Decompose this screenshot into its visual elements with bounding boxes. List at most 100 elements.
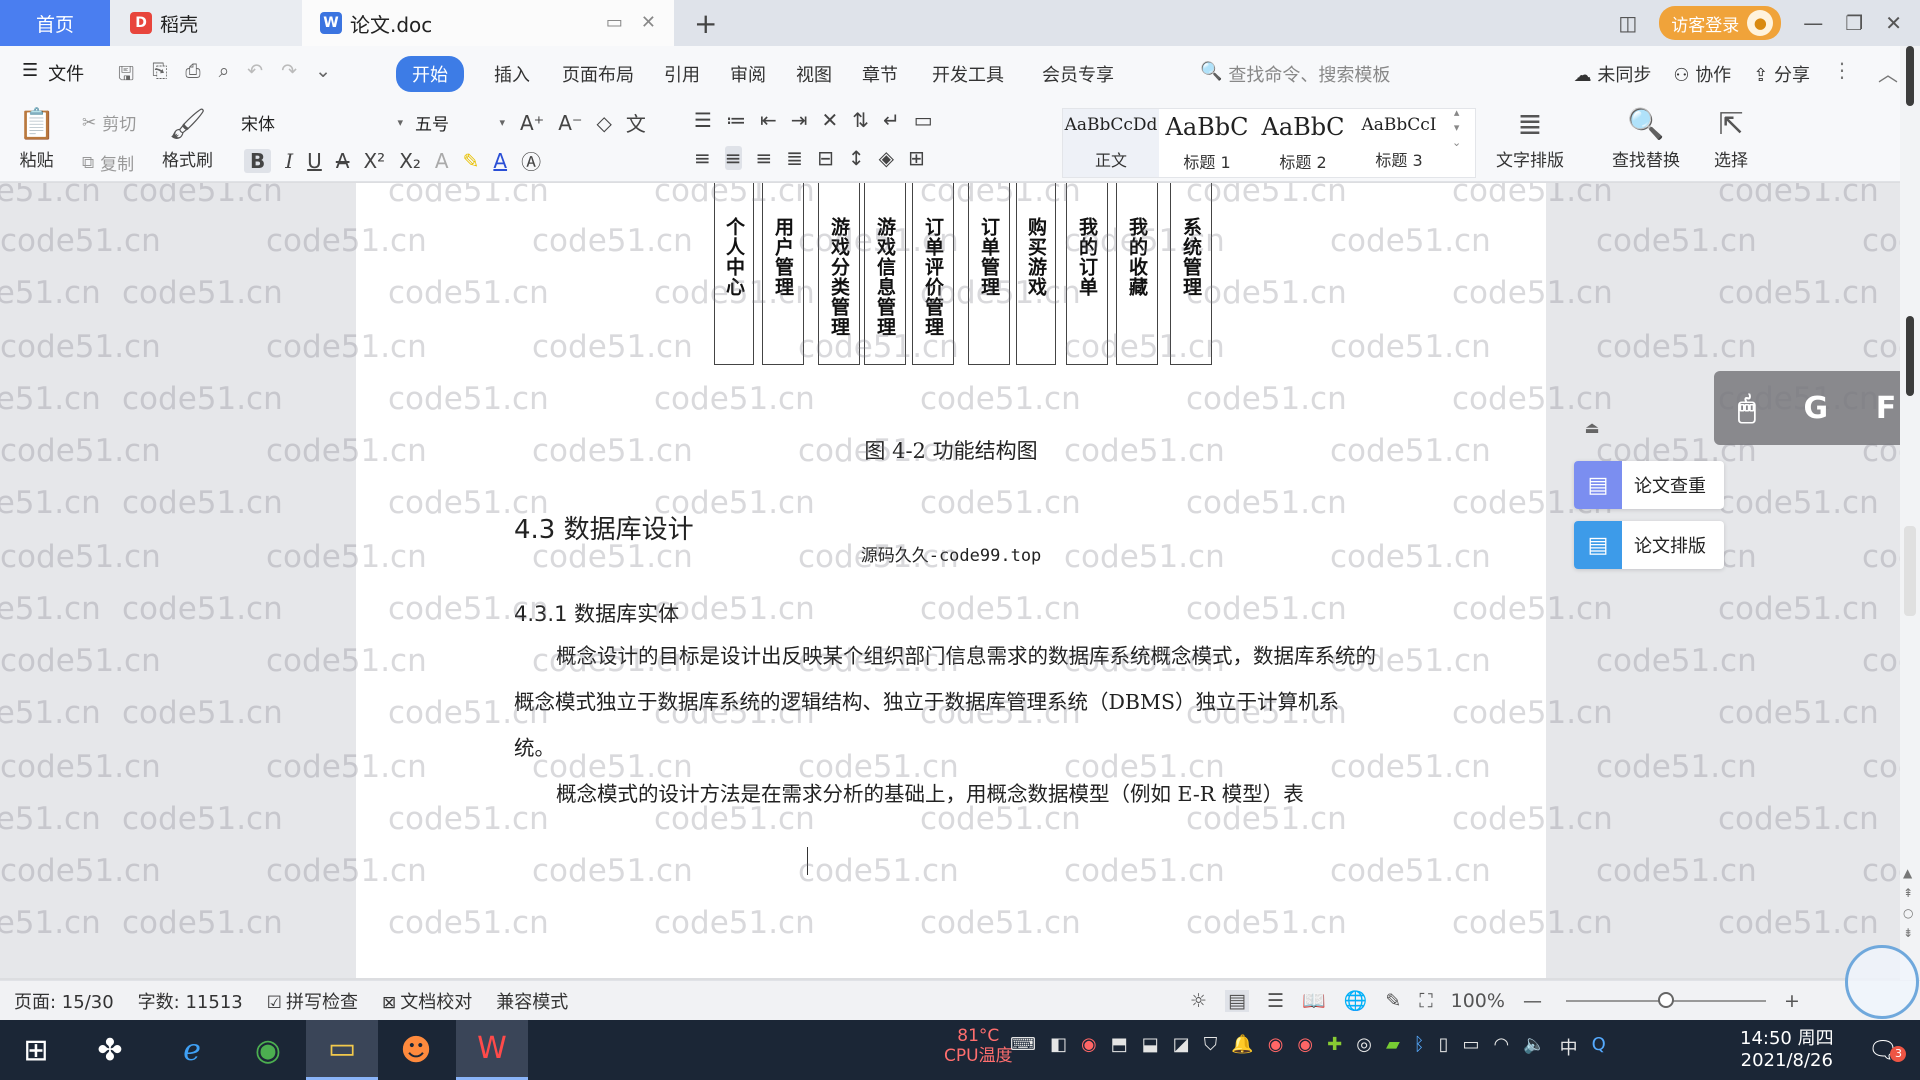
highlight-icon[interactable]: ✎ xyxy=(463,149,480,173)
align-right-icon[interactable]: ≡ xyxy=(756,146,773,170)
notification-icon[interactable]: 🗨 3 xyxy=(1868,1036,1907,1064)
windows-start-icon[interactable]: ⊞ xyxy=(0,1020,72,1080)
menu-tab[interactable]: 视图 xyxy=(796,56,832,92)
tray-app-icon[interactable]: ⬓ xyxy=(1142,1034,1159,1060)
style-preset[interactable]: AaBbCcDd 正文 xyxy=(1063,109,1159,177)
justify-icon[interactable]: ≣ xyxy=(786,146,803,170)
thesis-layout-button[interactable]: ▤ 论文排版 xyxy=(1574,521,1724,569)
reading-view-icon[interactable]: 📖 xyxy=(1302,989,1326,1012)
app-launcher-icon[interactable]: ✤ xyxy=(74,1020,146,1080)
tab-home[interactable]: 首页 xyxy=(0,0,110,46)
increase-indent-icon[interactable]: ⇥ xyxy=(791,108,808,132)
bullet-list-icon[interactable]: ☰ xyxy=(694,108,712,132)
zoom-in-icon[interactable]: + xyxy=(1784,990,1800,1012)
menu-tab[interactable]: 引用 xyxy=(664,56,700,92)
tab-document[interactable]: W 论文.doc ▭ ✕ xyxy=(302,0,674,46)
zoom-slider-knob[interactable] xyxy=(1657,991,1674,1008)
restore-icon[interactable]: ❐ xyxy=(1845,11,1863,35)
floating-assistant[interactable] xyxy=(1845,945,1919,1019)
tray-app-icon[interactable]: ◪ xyxy=(1173,1034,1190,1060)
spell-check-button[interactable]: ☑ 拼写检查 xyxy=(267,988,358,1014)
output-icon[interactable]: ⎘ xyxy=(152,60,167,92)
print-preview-icon[interactable]: ⌕ xyxy=(219,60,230,92)
more-icon[interactable]: ⋮ xyxy=(1832,58,1852,87)
tray-app-icon[interactable]: ✚ xyxy=(1327,1034,1342,1060)
font-color-icon[interactable]: A xyxy=(493,149,507,173)
tray-app-icon[interactable]: ◉ xyxy=(1268,1034,1284,1060)
tray-app-icon[interactable]: ◎ xyxy=(1356,1034,1372,1060)
redo-icon[interactable]: ↷ xyxy=(281,60,297,92)
fit-page-icon[interactable]: ⛶ xyxy=(1419,990,1432,1012)
numbered-list-icon[interactable]: ≔ xyxy=(726,108,746,132)
select-browse-icon[interactable]: ○ xyxy=(1903,906,1913,920)
wps-office-icon[interactable]: W xyxy=(456,1020,528,1080)
volume-icon[interactable]: 🔈 xyxy=(1523,1034,1545,1060)
scroll-up-icon[interactable]: ▲ xyxy=(1903,866,1913,880)
share-button[interactable]: ⇪ 分享 xyxy=(1753,61,1810,87)
float-window-icon[interactable]: ▭ xyxy=(606,12,623,33)
menu-tab[interactable]: 审阅 xyxy=(730,56,766,92)
web-view-icon[interactable]: 🌐 xyxy=(1344,989,1368,1012)
outline-view-icon[interactable]: ☰ xyxy=(1267,990,1284,1012)
decrease-indent-icon[interactable]: ⇤ xyxy=(760,108,777,132)
nvidia-icon[interactable]: ▰ xyxy=(1386,1034,1400,1060)
text-layout-button[interactable]: ≣ 文字排版 xyxy=(1496,104,1564,171)
style-preset[interactable]: AaBbC 标题 2 xyxy=(1255,109,1351,177)
tray-app-icon[interactable]: ⬒ xyxy=(1111,1034,1128,1060)
word-count[interactable]: 字数: 11513 xyxy=(138,988,243,1014)
shrink-font-icon[interactable]: A⁻ xyxy=(558,111,582,135)
menu-tab[interactable]: 开发工具 xyxy=(932,56,1004,92)
plus-icon[interactable]: + xyxy=(694,7,717,40)
ie-browser-icon[interactable]: ℯ xyxy=(156,1020,228,1080)
style-gallery-scroll[interactable]: ▴ ▾ ⌄ xyxy=(1452,106,1461,149)
underline-icon[interactable]: U xyxy=(307,149,322,173)
collapse-ribbon-icon[interactable]: ︿ xyxy=(1878,58,1898,87)
menu-tab[interactable]: 章节 xyxy=(862,56,898,92)
prev-page-icon[interactable]: ⇞ xyxy=(1903,886,1913,900)
chinese-layout-icon[interactable]: ✕ xyxy=(821,108,838,132)
tab-daoke[interactable]: D 稻壳 xyxy=(110,0,302,46)
close-window-icon[interactable]: ✕ xyxy=(1885,11,1902,35)
document-page[interactable]: 个人中心 用户管理 游戏分类管理 游戏信息管理 订单评价管理 订单管理 购买游戏 我的订单 我的… xyxy=(356,183,1546,978)
menu-tab[interactable]: 开始 xyxy=(396,56,464,92)
tray-app-icon[interactable]: ◉ xyxy=(1081,1034,1097,1060)
shield-icon[interactable]: ⛉ xyxy=(1204,1034,1218,1060)
align-center-icon[interactable]: ≡ xyxy=(724,146,742,170)
close-tab-icon[interactable]: ✕ xyxy=(641,12,656,33)
font-name-select[interactable]: 宋体 ▾ xyxy=(234,108,410,136)
print-icon[interactable]: ⎙ xyxy=(185,60,200,92)
menu-tab[interactable]: 插入 xyxy=(494,56,530,92)
menu-tab[interactable]: 页面布局 xyxy=(562,56,634,92)
menu-tab[interactable]: 会员专享 xyxy=(1042,56,1114,92)
vertical-scrollbar[interactable]: ▲ ⇞ ○ ⇟ xyxy=(1900,46,1920,980)
page-view-icon[interactable]: ▤ xyxy=(1225,989,1249,1012)
keyboard-icon[interactable]: ⌨ xyxy=(1010,1034,1036,1060)
minimize-icon[interactable]: — xyxy=(1803,11,1823,35)
document-workspace[interactable]: 个人中心 用户管理 游戏分类管理 游戏信息管理 订单评价管理 订单管理 购买游戏 我的订单 我的… xyxy=(0,183,1920,978)
zoom-out-icon[interactable]: — xyxy=(1523,990,1542,1012)
subscript-icon[interactable]: X₂ xyxy=(399,149,421,173)
text-effect-icon[interactable]: A xyxy=(435,149,449,173)
zoom-slider[interactable] xyxy=(1565,991,1766,1008)
phonetic-icon[interactable]: 文 xyxy=(626,108,646,137)
distribute-icon[interactable]: ⊟ xyxy=(817,146,834,170)
usb-icon[interactable]: ▯ xyxy=(1439,1034,1449,1060)
browser-icon[interactable]: ◉ xyxy=(232,1020,304,1080)
page-indicator[interactable]: 页面: 15/30 xyxy=(14,988,114,1014)
find-replace-button[interactable]: 🔍 查找替换 xyxy=(1612,104,1680,171)
player-icon[interactable]: ☻ xyxy=(380,1020,452,1080)
clear-format-icon[interactable]: ◇ xyxy=(597,111,612,135)
collapse-panel-icon[interactable]: ⏏ xyxy=(1578,413,1606,441)
sort-icon[interactable]: ⇅ xyxy=(852,108,869,132)
file-explorer-icon[interactable]: ▭ xyxy=(306,1020,378,1080)
sync-button[interactable]: ☁ 未同步 xyxy=(1574,61,1652,87)
layout-icon[interactable]: ◫ xyxy=(1618,11,1637,35)
copy-button[interactable]: ⧉ 复制 xyxy=(82,150,134,176)
undo-icon[interactable]: ↶ xyxy=(247,60,263,92)
style-preset[interactable]: AaBbC 标题 1 xyxy=(1159,109,1255,177)
paste-button[interactable]: 📋 粘贴 xyxy=(18,104,55,171)
superscript-icon[interactable]: X² xyxy=(363,149,385,173)
ruler-icon[interactable]: ▭ xyxy=(914,108,933,132)
scroll-thumb[interactable] xyxy=(1906,316,1914,396)
strikethrough-icon[interactable]: A xyxy=(336,149,350,173)
